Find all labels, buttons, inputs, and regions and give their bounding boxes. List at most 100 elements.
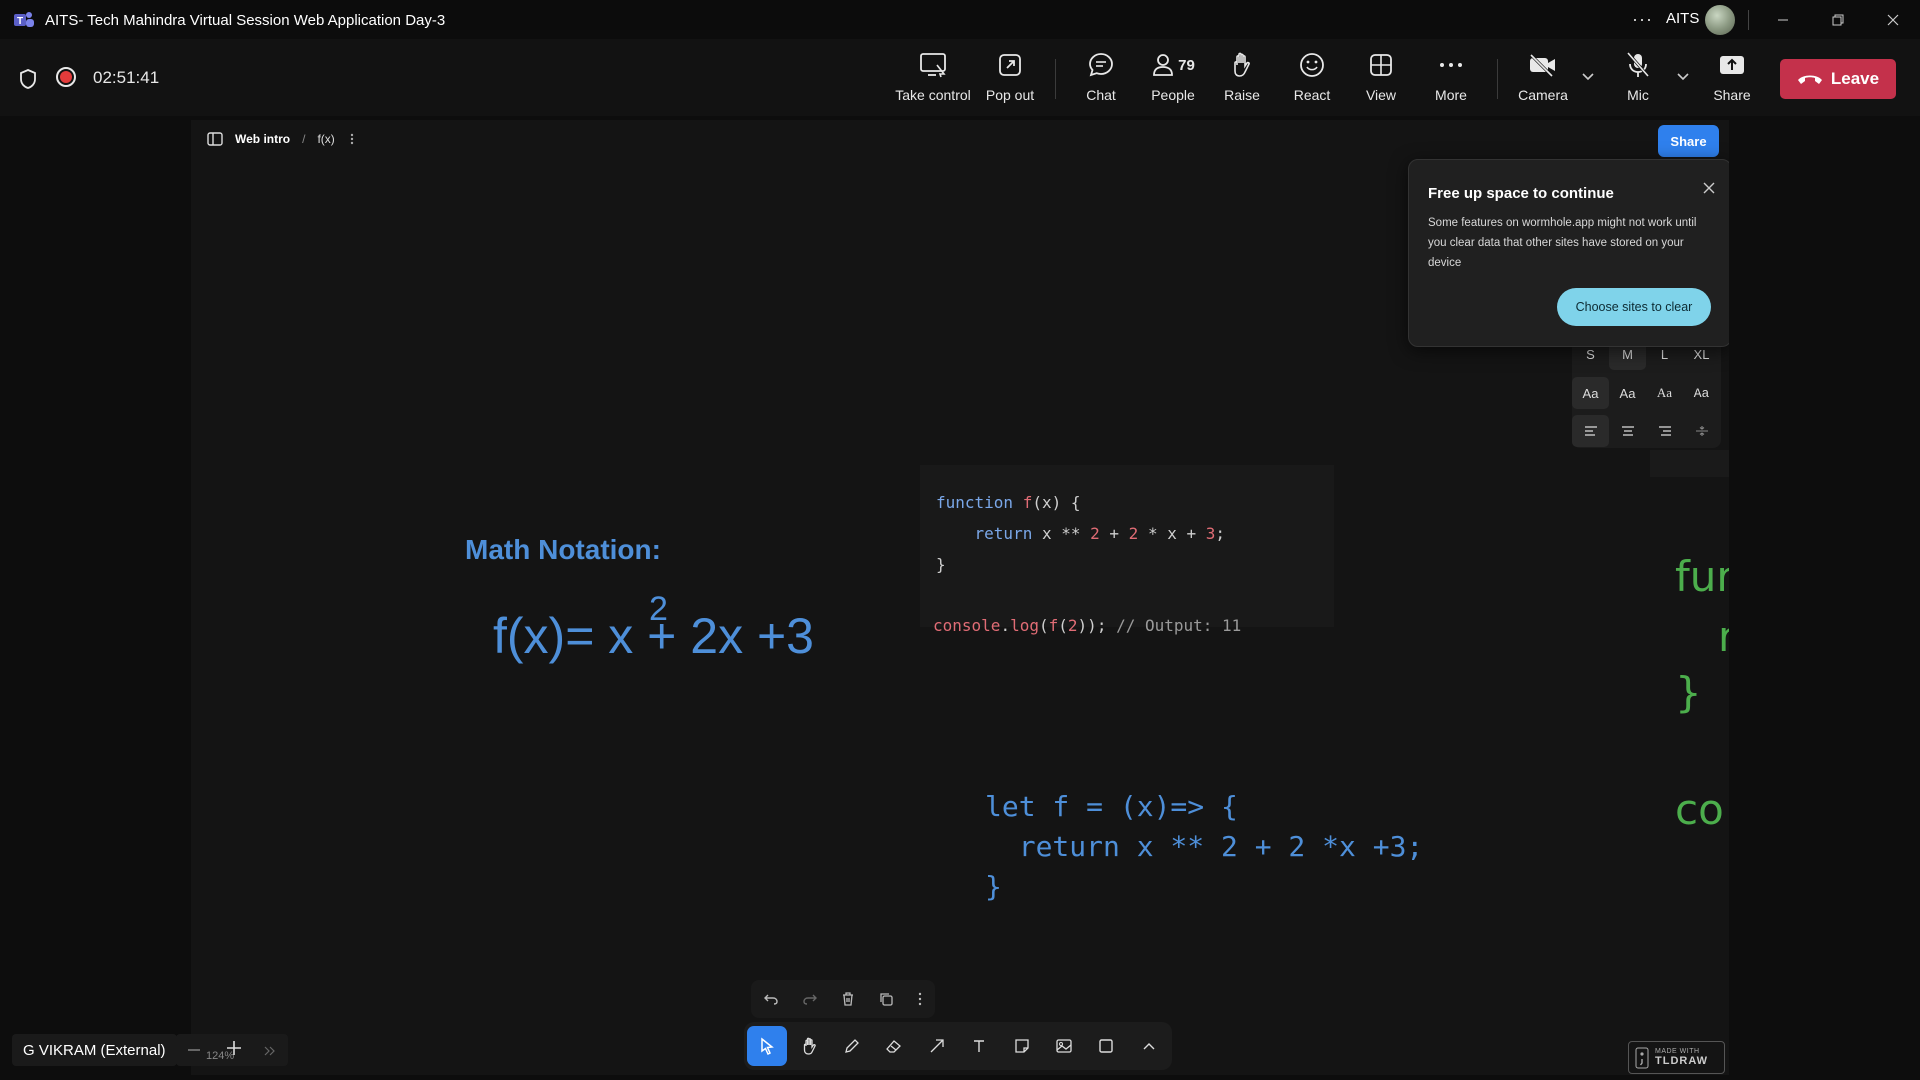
more-options-icon[interactable]: ··· (1632, 9, 1654, 29)
camera-button[interactable]: Camera (1516, 49, 1570, 111)
pop-out-button[interactable]: Pop out (982, 49, 1038, 111)
select-tool-button[interactable] (747, 1026, 788, 1066)
vertical-align-button[interactable] (1683, 415, 1720, 447)
undo-icon[interactable] (763, 992, 779, 1006)
green-text-fragment[interactable]: } (1675, 668, 1702, 717)
close-window-button[interactable] (1870, 0, 1916, 39)
svg-text:T: T (17, 16, 23, 27)
hand-icon (803, 1037, 816, 1055)
zoom-out-icon[interactable] (188, 1049, 200, 1051)
react-label: React (1293, 87, 1331, 103)
restore-icon (1832, 14, 1844, 25)
code-block[interactable]: function f(x) { return x ** 2 + 2 * x + … (920, 465, 1334, 635)
restore-button[interactable] (1815, 0, 1861, 39)
align-left-icon (1584, 426, 1597, 436)
align-center-button[interactable] (1609, 415, 1646, 447)
green-text-fragment[interactable]: fur (1675, 552, 1729, 601)
breadcrumb: Web intro / f(x) (207, 132, 357, 146)
close-popup-button[interactable] (1699, 178, 1719, 198)
leave-button[interactable]: Leave (1780, 59, 1896, 99)
choose-sites-button[interactable]: Choose sites to clear (1557, 288, 1711, 326)
kebab-menu-icon[interactable] (347, 132, 357, 146)
react-button[interactable]: React (1291, 49, 1333, 111)
image-icon (1056, 1039, 1072, 1053)
text-tool-button[interactable] (959, 1026, 999, 1066)
mic-options-chevron-down-icon[interactable] (1676, 71, 1690, 81)
note-tool-button[interactable] (1001, 1026, 1041, 1066)
more-tools-button[interactable] (1129, 1026, 1169, 1066)
math-formula[interactable]: f(x)= x + 2x +3 (493, 607, 814, 665)
share-screen-button[interactable]: Share (1710, 49, 1754, 111)
code-line-2: return x ** 2 + 2 * x + 3; (974, 524, 1226, 543)
trash-icon[interactable] (841, 991, 855, 1007)
view-button[interactable]: View (1362, 49, 1400, 111)
popup-body: Some features on wormhole.app might not … (1428, 217, 1697, 269)
chat-icon (1089, 53, 1113, 77)
mic-label: Mic (1627, 87, 1649, 103)
image-tool-button[interactable] (1044, 1026, 1084, 1066)
sidebar-toggle-icon[interactable] (207, 132, 223, 146)
hand-tool-button[interactable] (789, 1026, 829, 1066)
close-icon (1703, 182, 1715, 194)
breadcrumb-page[interactable]: Web intro (235, 132, 290, 146)
people-count: 79 (1178, 56, 1195, 74)
font-row: Aa Aa Aa Aa (1572, 377, 1721, 409)
org-name: AITS (1666, 10, 1700, 27)
mic-button[interactable]: Mic (1623, 49, 1653, 111)
recording-indicator-icon (56, 67, 76, 87)
chat-button[interactable]: Chat (1080, 49, 1122, 111)
take-control-label: Take control (895, 87, 971, 103)
chevron-right-double-icon[interactable] (264, 1046, 276, 1056)
breadcrumb-separator: / (302, 132, 306, 146)
hand-line-2: return x ** 2 + 2 *x +3; (985, 830, 1424, 863)
handwritten-code[interactable]: let f = (x)=> { return x ** 2 + 2 *x +3;… (985, 787, 1423, 907)
shield-icon[interactable] (18, 68, 38, 90)
zoom-in-icon[interactable] (226, 1040, 242, 1056)
take-control-button[interactable]: Take control (895, 49, 971, 111)
avatar[interactable] (1705, 5, 1735, 35)
rectangle-tool-button[interactable] (1086, 1026, 1126, 1066)
arrow-icon (930, 1039, 944, 1053)
chat-label: Chat (1086, 87, 1116, 103)
view-label: View (1365, 87, 1397, 103)
camera-off-icon (1529, 53, 1555, 77)
camera-label: Camera (1518, 87, 1568, 103)
align-right-button[interactable] (1646, 415, 1683, 447)
people-button[interactable]: 79 People (1144, 49, 1202, 111)
more-button[interactable]: More (1430, 49, 1472, 111)
right-margin (1729, 116, 1920, 1080)
panel-edge (1650, 450, 1729, 477)
eraser-tool-button[interactable] (874, 1026, 914, 1066)
context-action-bar (751, 980, 935, 1018)
grid-view-icon (1370, 54, 1392, 76)
divider (1055, 59, 1056, 99)
raise-hand-button[interactable]: Raise (1222, 49, 1262, 111)
math-notation-title[interactable]: Math Notation: (465, 534, 661, 566)
redo-icon[interactable] (802, 992, 818, 1006)
smile-icon (1300, 53, 1324, 77)
camera-options-chevron-down-icon[interactable] (1581, 71, 1595, 81)
minimize-button[interactable] (1760, 0, 1806, 39)
duplicate-icon[interactable] (878, 991, 894, 1007)
more-vertical-icon[interactable] (917, 992, 923, 1006)
meeting-toolbar: 02:51:41 Take control Pop out Chat 79 Pe… (0, 39, 1920, 116)
code-line-1: function f(x) { (936, 493, 1081, 512)
font-draw-button[interactable]: Aa (1572, 377, 1609, 409)
draw-tool-button[interactable] (832, 1026, 872, 1066)
rectangle-icon (1099, 1039, 1114, 1053)
cursor-icon (761, 1037, 775, 1055)
made-with-tldraw-badge[interactable]: MADE WITH TLDRAW (1628, 1041, 1725, 1074)
text-icon (974, 1040, 985, 1052)
hand-line-1: let f = (x)=> { (985, 790, 1238, 823)
canvas-share-button[interactable]: Share (1658, 125, 1719, 157)
arrow-tool-button[interactable] (917, 1026, 957, 1066)
align-left-button[interactable] (1572, 415, 1609, 447)
font-serif-button[interactable]: Aa (1646, 377, 1683, 409)
title-bar: T AITS- Tech Mahindra Virtual Session We… (0, 0, 1920, 39)
font-sans-button[interactable]: Aa (1609, 377, 1646, 409)
green-text-fragment[interactable]: co (1675, 785, 1724, 834)
font-mono-button[interactable]: Aa (1683, 377, 1720, 409)
breadcrumb-item[interactable]: f(x) (317, 132, 334, 146)
mic-off-icon (1626, 52, 1650, 77)
green-text-fragment[interactable]: r (1718, 612, 1729, 661)
